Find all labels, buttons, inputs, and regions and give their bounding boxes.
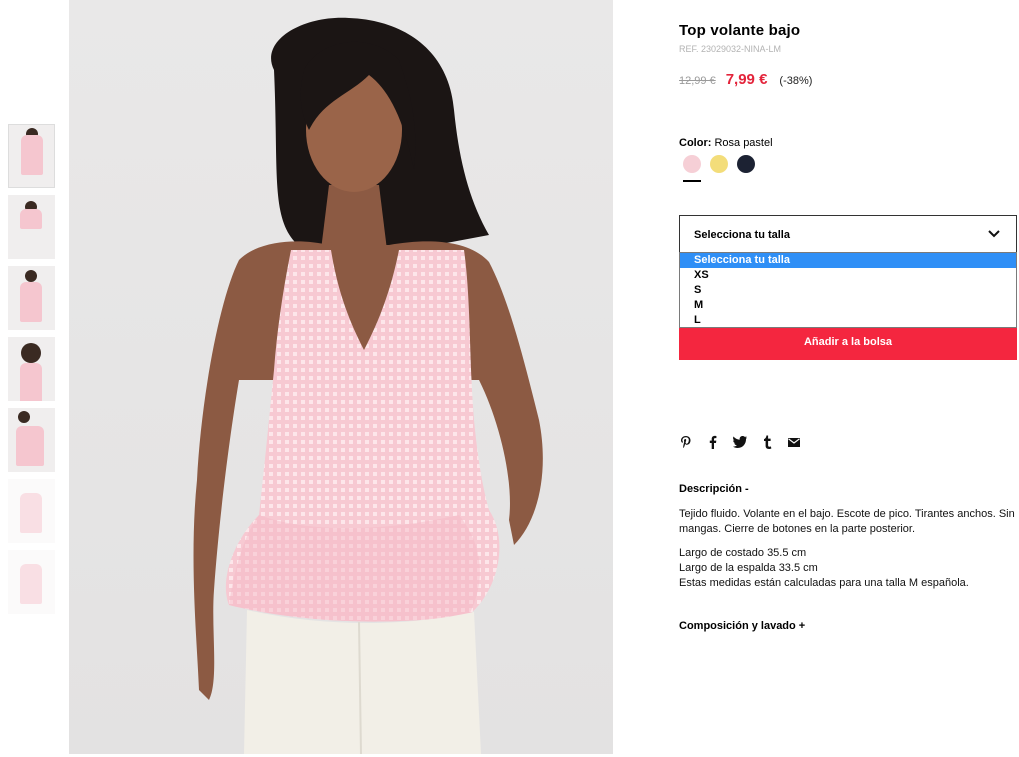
share-icons xyxy=(679,435,814,449)
tumblr-icon[interactable] xyxy=(760,435,774,449)
size-option-l[interactable]: L xyxy=(680,313,1016,328)
color-swatches xyxy=(683,155,764,173)
size-option-placeholder[interactable]: Selecciona tu talla xyxy=(680,253,1016,268)
product-reference: REF. 23029032-NINA-LM xyxy=(679,44,782,54)
measure-side: Largo de costado 35.5 cm xyxy=(679,547,807,559)
main-product-image[interactable] xyxy=(69,0,613,754)
description-text: Tejido fluido. Volante en el bajo. Escot… xyxy=(679,508,1015,535)
thumbnail-2[interactable] xyxy=(8,195,55,259)
color-label-row: Color: Rosa pastel xyxy=(679,137,773,149)
swatch-azul-marino[interactable] xyxy=(737,155,755,173)
product-title: Top volante bajo xyxy=(679,22,801,39)
chevron-down-icon xyxy=(988,230,1000,238)
product-page: Top volante bajo REF. 23029032-NINA-LM 1… xyxy=(0,0,1019,757)
thumbnail-3[interactable] xyxy=(8,266,55,330)
measure-note: Estas medidas están calculadas para una … xyxy=(679,577,969,589)
discount-badge: (-38%) xyxy=(779,75,813,87)
size-select-label: Selecciona tu talla xyxy=(694,229,790,241)
size-option-m[interactable]: M xyxy=(680,298,1016,313)
description-heading[interactable]: Descripción - xyxy=(679,483,749,495)
swatch-amarillo[interactable] xyxy=(710,155,728,173)
thumbnail-4[interactable] xyxy=(8,337,55,401)
thumbnail-list xyxy=(8,124,55,621)
color-selected-name: Rosa pastel xyxy=(714,137,773,149)
size-dropdown-list: Selecciona tu talla XS S M L xyxy=(679,252,1017,328)
pinterest-icon[interactable] xyxy=(679,435,693,449)
measure-back: Largo de la espalda 33.5 cm xyxy=(679,562,818,574)
selected-swatch-indicator xyxy=(683,180,701,182)
size-option-s[interactable]: S xyxy=(680,283,1016,298)
sale-price: 7,99 € xyxy=(725,71,768,88)
price-row: 12,99 € 7,99 € (-38%) xyxy=(679,71,812,88)
swatch-rosa-pastel[interactable] xyxy=(683,155,701,173)
thumbnail-7[interactable] xyxy=(8,550,55,614)
size-select[interactable]: Selecciona tu talla xyxy=(679,215,1017,253)
thumbnail-1[interactable] xyxy=(8,124,55,188)
add-to-bag-button[interactable]: Añadir a la bolsa xyxy=(679,323,1017,360)
email-icon[interactable] xyxy=(787,435,801,449)
facebook-icon[interactable] xyxy=(706,435,720,449)
thumbnail-5[interactable] xyxy=(8,408,55,472)
color-label: Color: xyxy=(679,137,712,149)
twitter-icon[interactable] xyxy=(733,435,747,449)
old-price: 12,99 € xyxy=(679,75,716,87)
composition-heading[interactable]: Composición y lavado + xyxy=(679,620,805,632)
thumbnail-6[interactable] xyxy=(8,479,55,543)
size-option-xs[interactable]: XS xyxy=(680,268,1016,283)
